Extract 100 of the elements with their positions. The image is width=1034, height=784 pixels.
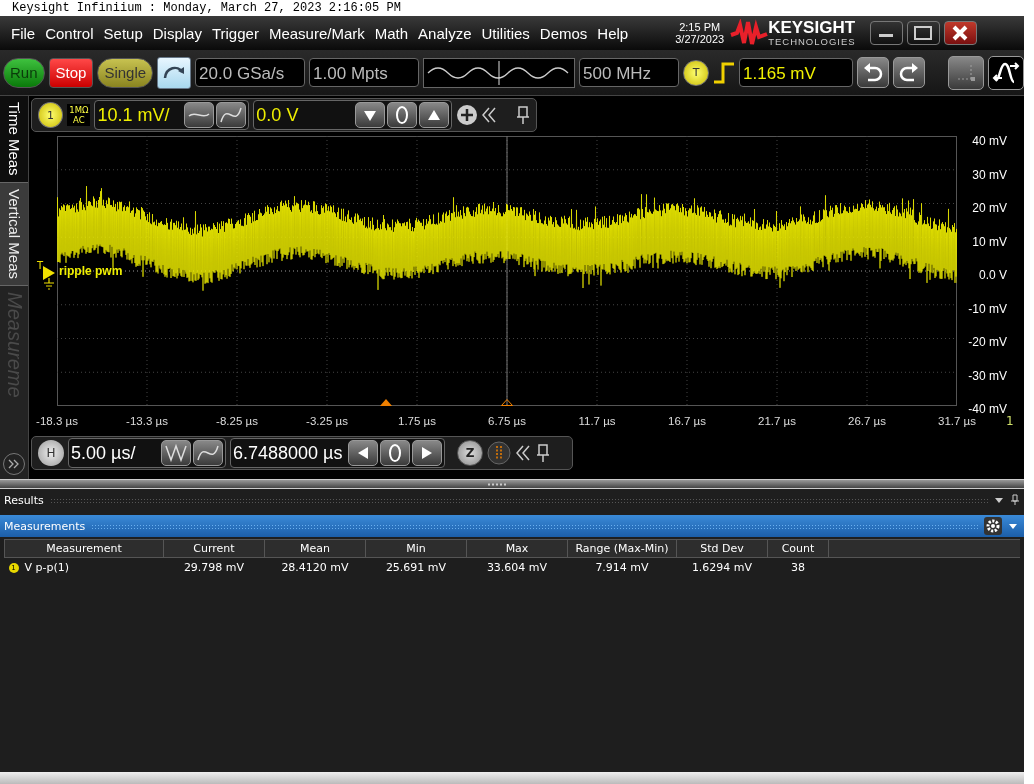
y-axis-label: 40 mV bbox=[972, 134, 1007, 148]
fine-button[interactable] bbox=[216, 102, 247, 128]
logo-tagline: TECHNOLOGIES bbox=[768, 36, 856, 47]
menu-item[interactable]: Analyze bbox=[413, 24, 477, 42]
trigger-marker-label: T bbox=[37, 260, 44, 271]
column-header[interactable]: Max bbox=[466, 539, 568, 558]
trace-label: ripple pwm bbox=[59, 264, 123, 278]
pin-icon[interactable] bbox=[535, 443, 551, 463]
waveform-overview-icon[interactable] bbox=[423, 57, 576, 88]
y-axis-label: -30 mV bbox=[968, 368, 1007, 383]
right-button[interactable] bbox=[412, 440, 442, 466]
table-cell: 25.691 mV bbox=[385, 560, 447, 574]
waveform-button[interactable] bbox=[988, 55, 1024, 90]
left-button[interactable] bbox=[348, 440, 378, 466]
time-reference-icon[interactable] bbox=[501, 399, 513, 406]
table-cell: 38 bbox=[791, 560, 805, 574]
table-cell: 7.914 mV bbox=[595, 560, 649, 574]
menu-item[interactable]: File bbox=[6, 24, 41, 42]
trigger-badge[interactable]: T bbox=[683, 59, 710, 86]
y-axis-label: -10 mV bbox=[968, 301, 1007, 316]
zero-button[interactable] bbox=[380, 440, 410, 466]
y-axis-label: -20 mV bbox=[968, 335, 1007, 349]
undo-icon bbox=[862, 61, 885, 84]
splitter-grip-icon[interactable] bbox=[487, 482, 507, 486]
menu-item[interactable]: Setup bbox=[98, 24, 148, 42]
zero-button[interactable] bbox=[386, 102, 417, 128]
close-icon bbox=[951, 25, 970, 41]
autoscale-button[interactable] bbox=[157, 56, 192, 89]
acquisition-button[interactable]: Run bbox=[3, 57, 45, 88]
menu-item[interactable]: Help bbox=[592, 24, 634, 42]
channel-badge[interactable]: 1 bbox=[38, 102, 64, 128]
menu-item[interactable]: Control bbox=[40, 24, 99, 42]
table-cell: V p-p(1) bbox=[24, 560, 70, 574]
double-chevron-icon bbox=[8, 459, 20, 469]
waveform-arrows-icon bbox=[992, 59, 1020, 86]
up-button[interactable] bbox=[418, 102, 449, 128]
logo-name: KEYSIGHT bbox=[768, 19, 856, 36]
panel-title: Measurements bbox=[4, 519, 86, 533]
ground-marker-icon[interactable] bbox=[41, 264, 57, 290]
collapse-icon[interactable] bbox=[515, 444, 531, 462]
zoom-area-button[interactable] bbox=[948, 55, 984, 90]
close-button[interactable] bbox=[943, 21, 977, 45]
column-header[interactable]: Measurement bbox=[4, 539, 164, 558]
acquisition-button[interactable]: Stop bbox=[48, 57, 94, 88]
table-cell: 33.604 mV bbox=[486, 560, 548, 574]
x-axis-label: 21.7 µs bbox=[757, 415, 797, 427]
fine-button[interactable] bbox=[193, 440, 223, 466]
menu-item[interactable]: Utilities bbox=[476, 24, 535, 42]
x-axis-label: 6.75 µs bbox=[487, 415, 527, 427]
dropdown-icon[interactable] bbox=[1008, 522, 1018, 530]
coarse-button[interactable] bbox=[161, 440, 191, 466]
menu-item[interactable]: Measure/Mark bbox=[263, 24, 370, 42]
impedance-label: 1MΩ bbox=[69, 105, 89, 115]
dropdown-icon[interactable] bbox=[994, 496, 1004, 504]
side-tab[interactable]: Vertical Meas bbox=[0, 182, 28, 286]
side-tab[interactable]: Time Meas bbox=[0, 96, 28, 183]
column-header[interactable]: Current bbox=[163, 539, 265, 558]
redo-button[interactable] bbox=[893, 57, 926, 88]
y-axis-label: -40 mV bbox=[968, 402, 1007, 416]
column-header[interactable]: Min bbox=[365, 539, 467, 558]
x-axis-label: -18.3 µs bbox=[35, 415, 79, 427]
logo-wave-icon bbox=[730, 19, 769, 47]
maximize-button[interactable] bbox=[906, 21, 940, 45]
menu-item[interactable]: Demos bbox=[534, 24, 593, 42]
menu-item[interactable]: Trigger bbox=[206, 24, 264, 42]
horizontal-badge[interactable]: H bbox=[38, 440, 64, 466]
maximize-icon bbox=[913, 25, 934, 41]
sample-rate-field[interactable]: 20.0 GSa/s bbox=[195, 58, 306, 87]
add-icon[interactable] bbox=[455, 104, 478, 126]
memory-depth-field[interactable]: 1.00 Mpts bbox=[309, 58, 420, 87]
bandwidth-field[interactable]: 500 MHz bbox=[579, 58, 680, 87]
column-header[interactable]: Mean bbox=[264, 539, 366, 558]
column-header[interactable]: Range (Max-Min) bbox=[567, 539, 677, 558]
pin-icon[interactable] bbox=[1010, 494, 1020, 506]
y-axis-label: 0.0 V bbox=[978, 268, 1007, 282]
table-cell: 1.6294 mV bbox=[691, 560, 753, 574]
settings-icon[interactable] bbox=[984, 517, 1002, 535]
rising-edge-icon[interactable] bbox=[713, 61, 736, 84]
column-header[interactable]: Count bbox=[767, 539, 829, 558]
column-header[interactable]: Std Dev bbox=[676, 539, 768, 558]
collapse-icon[interactable] bbox=[481, 106, 497, 124]
results-title: Results bbox=[4, 493, 44, 507]
minimize-button[interactable] bbox=[869, 21, 903, 45]
coarse-button[interactable] bbox=[184, 102, 215, 128]
down-button[interactable] bbox=[354, 102, 385, 128]
x-axis-label: -8.25 µs bbox=[215, 415, 259, 427]
menu-item[interactable]: Display bbox=[147, 24, 207, 42]
acquisition-button[interactable]: Single bbox=[97, 57, 154, 88]
zoom-button[interactable]: Z bbox=[457, 440, 483, 466]
clock-time: 2:15 PM bbox=[679, 21, 721, 33]
trigger-position-icon[interactable] bbox=[380, 399, 392, 406]
pin-icon[interactable] bbox=[514, 105, 530, 125]
menu-item[interactable]: Math bbox=[369, 24, 414, 42]
timebase-marker-icon[interactable] bbox=[487, 441, 511, 465]
ellipse-icon bbox=[387, 443, 403, 463]
channel-edge-label: 1 bbox=[1006, 414, 1014, 428]
undo-button[interactable] bbox=[857, 57, 890, 88]
x-axis-label: -3.25 µs bbox=[305, 415, 349, 427]
trigger-level-field[interactable]: 1.165 mV bbox=[739, 58, 854, 87]
x-axis-label: 31.7 µs bbox=[937, 415, 977, 427]
